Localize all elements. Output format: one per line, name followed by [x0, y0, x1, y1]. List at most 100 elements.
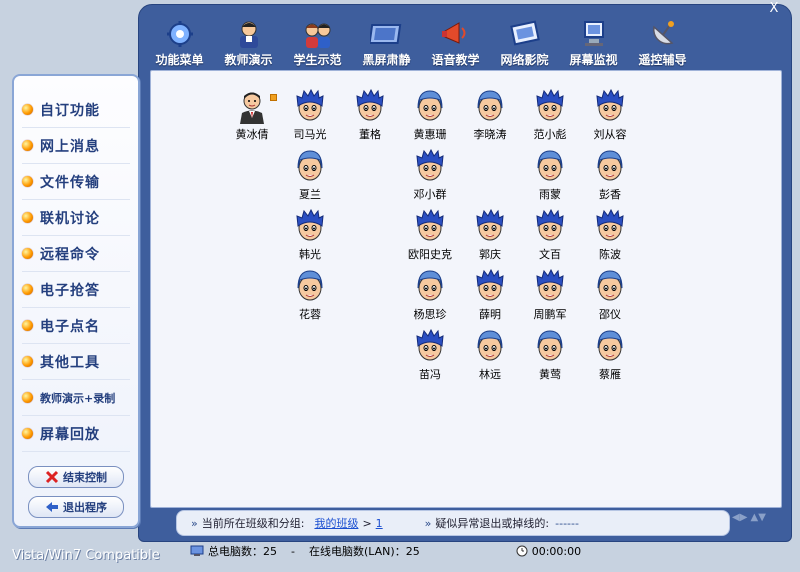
bottom-info-bar: 总电脑数： 25 - 在线电脑数(LAN)： 25 00:00:00 — [190, 541, 730, 561]
student-girl-avatar-icon — [417, 270, 443, 301]
abnormal-value: ------ — [555, 516, 579, 530]
sidebar-item-buzzer-quiz[interactable]: 电子抢答 — [22, 272, 130, 308]
toolbar-label: 教师演示 — [224, 53, 273, 67]
student-name: 黄莺 — [539, 368, 561, 381]
toolbar: 功能菜单 教师演示 学生示范 黑屏肃静 语音教学 网络影院 屏幕监视 遥控辅导 — [145, 8, 755, 68]
student-computer-9[interactable]: 邓小群 — [400, 148, 460, 204]
student-girl-avatar-icon — [297, 150, 323, 181]
toolbar-label: 屏幕监视 — [569, 53, 618, 67]
teacher-avatar-icon — [240, 92, 264, 124]
toolbar-remote-tutoring-button[interactable]: 遥控辅导 — [628, 8, 697, 68]
student-computer-12[interactable]: 韩光 — [280, 208, 340, 264]
student-computer-22[interactable]: 苗冯 — [400, 328, 460, 384]
chevron-right-icon: » — [424, 516, 432, 530]
monitor-icon — [583, 21, 604, 46]
toolbar-black-screen-button[interactable]: 黑屏肃静 — [352, 8, 421, 68]
student-computer-25[interactable]: 蔡雁 — [580, 328, 640, 384]
toolbar-function-menu-button[interactable]: 功能菜单 — [145, 8, 214, 68]
student-computer-14[interactable]: 郭庆 — [460, 208, 520, 264]
sidebar-item-demo-record[interactable]: 教师演示+录制 — [22, 380, 130, 416]
student-computer-15[interactable]: 文百 — [520, 208, 580, 264]
student-boy-avatar-icon — [416, 208, 444, 241]
teacher-marker — [270, 94, 277, 101]
orange-dot-icon — [22, 140, 33, 151]
toolbar-label: 网络影院 — [500, 53, 549, 67]
close-button[interactable]: X — [766, 2, 782, 16]
student-name: 韩光 — [299, 248, 321, 261]
student-girl-avatar-icon — [597, 330, 623, 361]
sidebar-item-roll-call[interactable]: 电子点名 — [22, 308, 130, 344]
student-name: 文百 — [539, 248, 561, 261]
student-name: 刘从容 — [593, 128, 627, 141]
toolbar-voice-teaching-button[interactable]: 语音教学 — [421, 8, 490, 68]
exit-program-button[interactable]: 退出程序 — [28, 496, 124, 518]
student-computer-19[interactable]: 薛明 — [460, 268, 520, 324]
student-girl-avatar-icon — [297, 270, 323, 301]
orange-dot-icon — [22, 176, 33, 187]
student-computer-17[interactable]: 花蓉 — [280, 268, 340, 324]
student-boy-avatar-icon — [356, 88, 384, 121]
sidebar-item-screen-playback[interactable]: 屏幕回放 — [22, 416, 130, 452]
student-computer-21[interactable]: 邵仪 — [580, 268, 640, 324]
session-timer: 00:00:00 — [531, 544, 582, 558]
class-link[interactable]: 我的班级 — [314, 515, 358, 531]
student-computer-8[interactable]: 夏兰 — [280, 148, 340, 204]
class-group-label: 当前所在班级和分组: — [201, 517, 305, 530]
sidebar-item-file-transfer[interactable]: 文件传输 — [22, 164, 130, 200]
student-computer-6[interactable]: 范小彪 — [520, 88, 580, 144]
student-computer-18[interactable]: 杨思珍 — [400, 268, 460, 324]
sidebar-item-custom-functions[interactable]: 自订功能 — [22, 92, 130, 128]
student-boy-avatar-icon — [596, 88, 624, 121]
toolbar-label: 遥控辅导 — [638, 53, 687, 67]
sidebar-item-label: 电子抢答 — [40, 282, 100, 299]
teacher-icon — [239, 21, 258, 48]
sidebar-item-remote-command[interactable]: 远程命令 — [22, 236, 130, 272]
scroll-arrows[interactable]: ◀▶ ▲▼ — [732, 512, 766, 523]
group-link[interactable]: 1 — [376, 517, 383, 530]
student-boy-avatar-icon — [536, 88, 564, 121]
student-name: 李晓涛 — [473, 128, 507, 141]
sidebar-item-other-tools[interactable]: 其他工具 — [22, 344, 130, 380]
student-name: 郭庆 — [479, 248, 501, 261]
orange-dot-icon — [22, 284, 33, 295]
toolbar-teacher-demo-button[interactable]: 教师演示 — [214, 8, 283, 68]
compatibility-label: Vista/Win7 Compatible — [12, 548, 160, 563]
student-computer-4[interactable]: 黄惠珊 — [400, 88, 460, 144]
student-computer-3[interactable]: 董格 — [340, 88, 400, 144]
student-computer-24[interactable]: 黄莺 — [520, 328, 580, 384]
student-computer-20[interactable]: 周鹏军 — [520, 268, 580, 324]
sidebar-item-online-discussion[interactable]: 联机讨论 — [22, 200, 130, 236]
sidebar-item-label: 网上消息 — [40, 138, 100, 155]
student-computer-23[interactable]: 林远 — [460, 328, 520, 384]
end-control-button[interactable]: 结束控制 — [28, 466, 124, 488]
student-girl-avatar-icon — [537, 330, 563, 361]
sidebar-item-label: 其他工具 — [40, 354, 100, 371]
student-computer-11[interactable]: 彭香 — [580, 148, 640, 204]
student-computer-10[interactable]: 雨蒙 — [520, 148, 580, 204]
student-name: 花蓉 — [299, 308, 321, 321]
total-computers-label: 总电脑数： — [208, 545, 263, 558]
clock-icon — [516, 545, 528, 557]
student-computer-7[interactable]: 刘从容 — [580, 88, 640, 144]
student-computer-2[interactable]: 司马光 — [280, 88, 340, 144]
student-name: 蔡雁 — [599, 368, 621, 381]
student-girl-avatar-icon — [477, 90, 503, 121]
student-computer-13[interactable]: 欧阳史克 — [400, 208, 460, 264]
sidebar: 自订功能 网上消息 文件传输 联机讨论 远程命令 电子抢答 电子点名 其他工具 … — [12, 74, 140, 528]
exit-program-label: 退出程序 — [63, 501, 107, 514]
black-screen-icon — [369, 24, 401, 44]
sidebar-item-online-messages[interactable]: 网上消息 — [22, 128, 130, 164]
toolbar-screen-monitor-button[interactable]: 屏幕监视 — [559, 8, 628, 68]
student-computer-5[interactable]: 李晓涛 — [460, 88, 520, 144]
student-name: 苗冯 — [419, 368, 441, 381]
student-girl-avatar-icon — [417, 90, 443, 121]
student-computer-16[interactable]: 陈波 — [580, 208, 640, 264]
total-computers-value: 25 — [263, 544, 277, 558]
student-boy-avatar-icon — [476, 208, 504, 241]
toolbar-network-cinema-button[interactable]: 网络影院 — [490, 8, 559, 68]
online-computers-value: 25 — [405, 544, 420, 558]
student-name: 黄惠珊 — [413, 128, 447, 141]
toolbar-student-demo-button[interactable]: 学生示范 — [283, 8, 352, 68]
sidebar-item-label: 教师演示+录制 — [40, 391, 116, 405]
student-girl-avatar-icon — [477, 330, 503, 361]
